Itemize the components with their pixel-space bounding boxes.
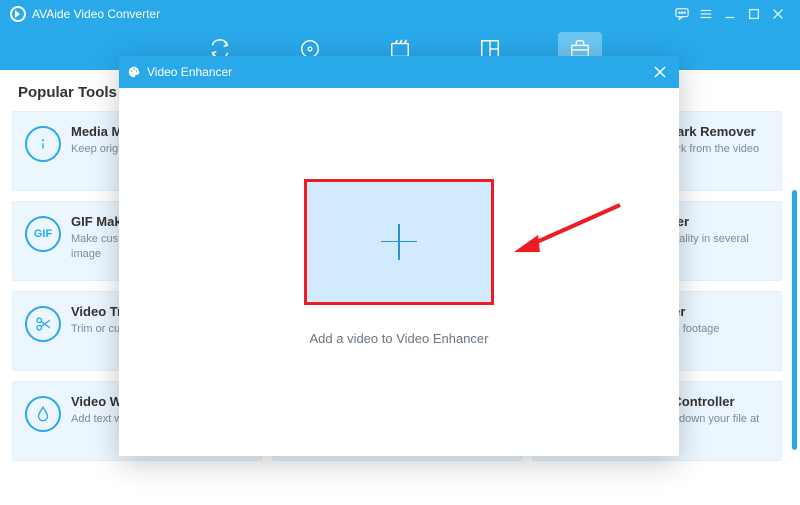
titlebar: AVAide Video Converter	[0, 0, 800, 27]
modal-title: Video Enhancer	[147, 65, 232, 79]
modal-close-button[interactable]	[649, 61, 671, 83]
modal-header: Video Enhancer	[119, 56, 679, 88]
close-button[interactable]	[766, 2, 790, 26]
feedback-button[interactable]	[670, 2, 694, 26]
add-video-dropzone[interactable]	[304, 179, 494, 305]
app-logo-icon	[10, 6, 26, 22]
gif-icon: GIF	[25, 216, 61, 252]
drop-icon	[25, 396, 61, 432]
scrollbar[interactable]	[792, 190, 797, 450]
maximize-button[interactable]	[742, 2, 766, 26]
menu-button[interactable]	[694, 2, 718, 26]
video-enhancer-modal: Video Enhancer Add a video to Video Enha…	[119, 56, 679, 456]
info-icon	[25, 126, 61, 162]
minimize-button[interactable]	[718, 2, 742, 26]
app-title: AVAide Video Converter	[32, 7, 160, 21]
dropzone-label: Add a video to Video Enhancer	[309, 331, 488, 346]
scissors-icon	[25, 306, 61, 342]
modal-body: Add a video to Video Enhancer	[119, 88, 679, 456]
palette-icon	[127, 65, 141, 79]
plus-icon	[381, 224, 417, 260]
